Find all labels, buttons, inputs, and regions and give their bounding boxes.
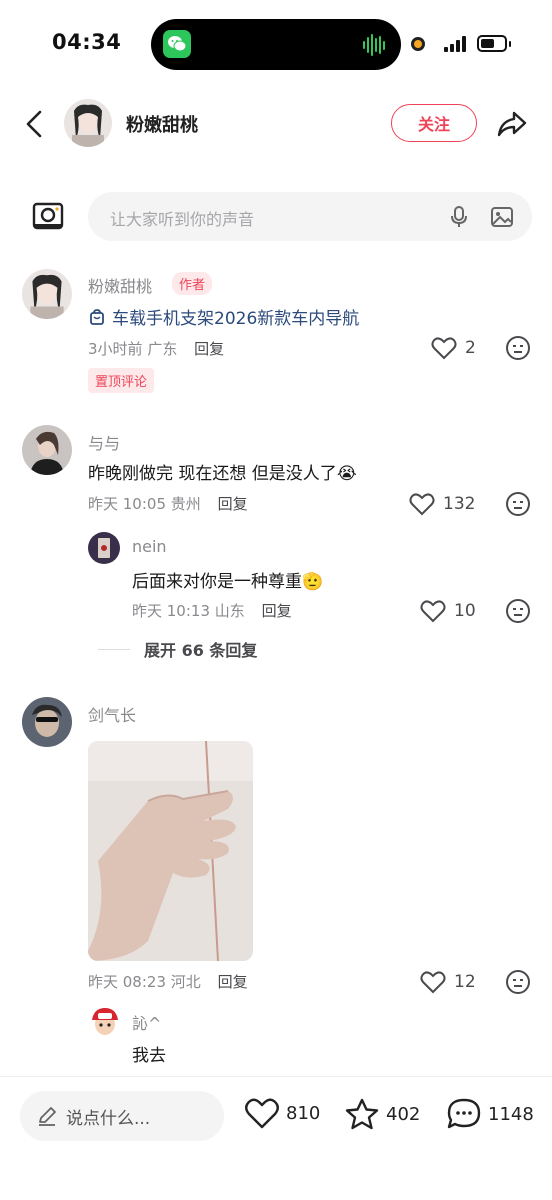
heart-icon	[420, 971, 446, 994]
audio-waveform-icon	[363, 33, 385, 57]
commenter-name[interactable]: 剑气长	[88, 702, 136, 726]
like-button[interactable]: 2	[431, 336, 476, 360]
reply-button[interactable]: 回复	[262, 602, 292, 620]
comment-meta: 昨天 10:05 贵州 回复	[88, 493, 248, 514]
star-icon	[345, 1098, 379, 1130]
favorite-button[interactable]: 402	[344, 1097, 420, 1131]
chevron-left-icon	[26, 110, 42, 138]
bottom-comment-input[interactable]: 说点什么...	[20, 1091, 224, 1141]
header: 粉嫩甜桃 关注	[0, 96, 552, 152]
follow-button[interactable]: 关注	[391, 104, 477, 142]
reply-location: 山东	[214, 602, 245, 620]
comment-time: 3小时前	[88, 340, 143, 358]
crying-emoji: 😭	[336, 464, 357, 484]
reply-meta: 昨天 10:13 山东 回复	[132, 600, 292, 621]
dislike-face-icon[interactable]	[505, 491, 531, 517]
like-count: 10	[454, 601, 476, 621]
comment-meta: 3小时前 广东 回复	[88, 338, 224, 359]
like-count: 12	[454, 972, 476, 992]
comment-count: 1148	[488, 1103, 534, 1125]
comment-input[interactable]: 让大家听到你的声音	[88, 192, 532, 241]
heart-icon	[431, 337, 457, 360]
cellular-signal-icon	[444, 36, 466, 52]
shopping-bag-icon	[90, 308, 104, 325]
status-time: 04:34	[52, 30, 122, 54]
dislike-face-icon[interactable]	[505, 335, 531, 361]
comment-time: 昨天 10:05	[88, 495, 166, 513]
like-button[interactable]: 10	[420, 599, 476, 623]
camera-icon	[32, 202, 64, 230]
author-name[interactable]: 粉嫩甜桃	[126, 111, 198, 137]
reply-button[interactable]: 回复	[218, 973, 248, 991]
commenter-avatar[interactable]	[22, 697, 72, 747]
heart-icon	[245, 1098, 279, 1129]
battery-icon	[477, 35, 507, 52]
commenter-avatar[interactable]	[22, 425, 72, 475]
product-link[interactable]: 车载手机支架2026新款车内导航	[88, 304, 359, 329]
heart-icon	[420, 600, 446, 623]
replier-name[interactable]: 訫^	[132, 1010, 161, 1034]
comment-location: 河北	[170, 973, 201, 991]
dislike-face-icon[interactable]	[505, 969, 531, 995]
replier-avatar[interactable]	[88, 532, 120, 564]
reply-time: 昨天 10:13	[132, 602, 210, 620]
like-count: 132	[443, 494, 476, 514]
heart-icon	[409, 493, 435, 516]
recording-indicator-icon	[411, 37, 425, 51]
expand-replies-button[interactable]: 展开 66 条回复	[98, 637, 257, 661]
microphone-icon[interactable]	[446, 204, 472, 230]
like-button[interactable]: 12	[420, 970, 476, 994]
status-bar: 04:34	[0, 0, 552, 90]
comment-photo[interactable]	[88, 741, 253, 961]
favorite-count: 402	[386, 1103, 421, 1125]
replier-avatar[interactable]	[88, 1004, 122, 1038]
comment-location: 广东	[147, 340, 178, 358]
product-link-label: 车载手机支架2026新款车内导航	[112, 309, 360, 329]
reply-button[interactable]: 回复	[194, 340, 224, 358]
comment-body: 昨晚刚做完 现在还想 但是没人了	[88, 464, 337, 484]
like-count: 2	[465, 338, 476, 358]
comment-location: 贵州	[170, 495, 201, 513]
author-badge: 作者	[172, 272, 213, 295]
share-button[interactable]	[492, 106, 532, 142]
wechat-icon	[163, 30, 191, 58]
reply-body: 后面来对你是一种尊重	[132, 572, 302, 592]
divider	[98, 648, 130, 650]
back-button[interactable]	[18, 104, 50, 144]
like-button[interactable]: 132	[409, 492, 475, 516]
bottom-input-placeholder: 说点什么...	[66, 1108, 151, 1129]
camera-button[interactable]	[28, 196, 68, 236]
like-post-button[interactable]: 810	[244, 1097, 320, 1129]
reply-text: 后面来对你是一种尊重🫡	[132, 567, 323, 592]
comment-bubble-icon	[447, 1098, 481, 1129]
salute-emoji: 🫡	[302, 572, 324, 592]
expand-replies-label: 展开 66 条回复	[144, 641, 258, 660]
image-picker-icon[interactable]	[488, 204, 516, 230]
dynamic-island[interactable]	[151, 19, 401, 70]
reply-button[interactable]: 回复	[218, 495, 248, 513]
comment-input-placeholder: 让大家听到你的声音	[110, 210, 255, 229]
commenter-name[interactable]: 与与	[88, 430, 120, 454]
comment-text: 昨晚刚做完 现在还想 但是没人了😭	[88, 459, 357, 484]
commenter-name[interactable]: 粉嫩甜桃	[88, 273, 152, 297]
comments-button[interactable]: 1148	[446, 1097, 534, 1131]
replier-name[interactable]: nein	[132, 537, 167, 556]
pencil-icon	[39, 1107, 56, 1126]
comment-meta: 昨天 08:23 河北 回复	[88, 971, 248, 992]
share-icon	[497, 111, 527, 137]
battery-cap	[509, 41, 511, 47]
pinned-comment-tag: 置顶评论	[88, 368, 155, 393]
dislike-face-icon[interactable]	[505, 598, 531, 624]
post-like-count: 810	[286, 1102, 321, 1124]
bottom-bar: 说点什么... 810 402 1148	[0, 1076, 552, 1200]
comment-time: 昨天 08:23	[88, 973, 166, 991]
author-avatar[interactable]	[64, 99, 112, 147]
commenter-avatar[interactable]	[22, 269, 72, 319]
reply-text: 我去	[132, 1046, 166, 1066]
